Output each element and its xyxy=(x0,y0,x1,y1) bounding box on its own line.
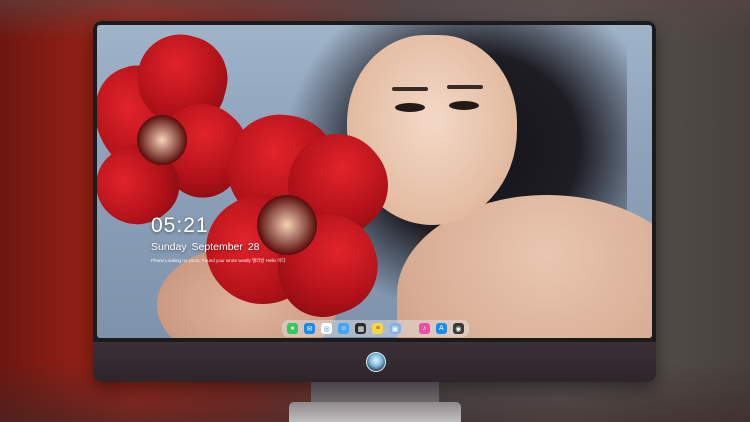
mail-icon[interactable]: ✉ xyxy=(304,323,316,334)
safari-icon[interactable]: ◎ xyxy=(321,323,333,334)
dock: ● ✉ ◎ ☺ ▦ ≡ ▣ ♪ A ◉ xyxy=(282,320,469,337)
music-icon[interactable]: ♪ xyxy=(418,323,430,334)
preview-icon[interactable]: ▣ xyxy=(389,323,401,334)
finder-icon[interactable]: ☺ xyxy=(338,323,350,334)
app-store-icon[interactable]: A xyxy=(435,323,447,334)
clapper-icon[interactable]: ▦ xyxy=(355,323,367,334)
brand-logo-icon xyxy=(366,352,386,372)
lock-clock: 05:21 xyxy=(151,214,209,237)
messages-icon[interactable]: ● xyxy=(287,323,298,334)
lock-date: Sunday September 28 xyxy=(151,241,260,253)
notes-icon[interactable]: ≡ xyxy=(372,323,384,334)
camera-icon[interactable]: ◉ xyxy=(452,323,464,334)
monitor: 05:21 Sunday September 28 Phone Looking … xyxy=(93,21,656,382)
desktop-screen: 05:21 Sunday September 28 Phone Looking … xyxy=(97,25,652,338)
monitor-chin xyxy=(93,342,656,382)
monitor-stand-neck xyxy=(311,382,439,402)
monitor-stand-base xyxy=(289,402,461,422)
lock-message: Phone Looking no yours. Found your wrote… xyxy=(151,258,286,263)
